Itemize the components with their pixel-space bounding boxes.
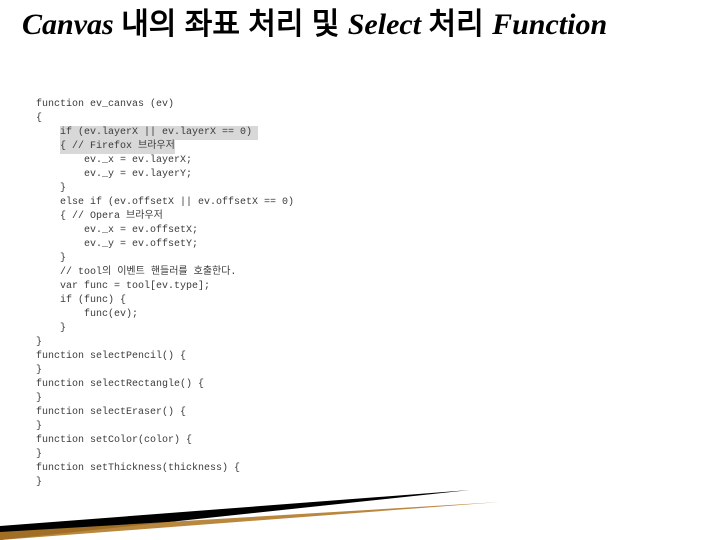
code-line: } bbox=[36, 392, 676, 406]
code-indent bbox=[36, 141, 60, 152]
code-line: } bbox=[36, 322, 676, 336]
code-line: } bbox=[36, 182, 676, 196]
title-part-1: Canvas bbox=[22, 8, 121, 41]
code-line: ev._x = ev.offsetX; bbox=[36, 224, 676, 238]
code-line: { // Firefox 브라우저 bbox=[36, 140, 676, 154]
code-line: ev._y = ev.offsetY; bbox=[36, 238, 676, 252]
code-line: function ev_canvas (ev) bbox=[36, 98, 676, 112]
code-line: if (func) { bbox=[36, 294, 676, 308]
code-line: { // Opera 브라우저 bbox=[36, 210, 676, 224]
code-line: { bbox=[36, 112, 676, 126]
code-line: // tool의 이벤트 핸들러를 호출한다. bbox=[36, 266, 676, 280]
code-line: } bbox=[36, 252, 676, 266]
slide: Canvas 내의 좌표 처리 및 Select 처리 Function fun… bbox=[0, 0, 720, 540]
code-line: function selectEraser() { bbox=[36, 406, 676, 420]
code-indent bbox=[36, 127, 60, 138]
code-line: func(ev); bbox=[36, 308, 676, 322]
code-line: ev._x = ev.layerX; bbox=[36, 154, 676, 168]
code-line: function setThickness(thickness) { bbox=[36, 462, 676, 476]
code-line: function selectPencil() { bbox=[36, 350, 676, 364]
code-highlight: if (ev.layerX || ev.layerX == 0) bbox=[60, 126, 258, 140]
slide-title: Canvas 내의 좌표 처리 및 Select 처리 Function bbox=[22, 6, 702, 44]
code-line: function setColor(color) { bbox=[36, 434, 676, 448]
code-line: var func = tool[ev.type]; bbox=[36, 280, 676, 294]
code-line: } bbox=[36, 420, 676, 434]
code-line: } bbox=[36, 336, 676, 350]
code-line: function selectRectangle() { bbox=[36, 378, 676, 392]
title-part-5: Function bbox=[492, 8, 607, 41]
code-line: else if (ev.offsetX || ev.offsetX == 0) bbox=[36, 196, 676, 210]
title-part-4: 처리 bbox=[429, 8, 493, 41]
code-line: } bbox=[36, 364, 676, 378]
code-highlight: { // Firefox 브라우저 bbox=[60, 140, 175, 154]
code-line: ev._y = ev.layerY; bbox=[36, 168, 676, 182]
code-line: if (ev.layerX || ev.layerX == 0) bbox=[36, 126, 676, 140]
code-line: } bbox=[36, 448, 676, 462]
title-part-3: Select bbox=[348, 8, 429, 41]
code-block: function ev_canvas (ev) { if (ev.layerX … bbox=[36, 98, 676, 490]
code-line: } bbox=[36, 476, 676, 490]
title-part-2: 내의 좌표 처리 및 bbox=[121, 8, 348, 41]
